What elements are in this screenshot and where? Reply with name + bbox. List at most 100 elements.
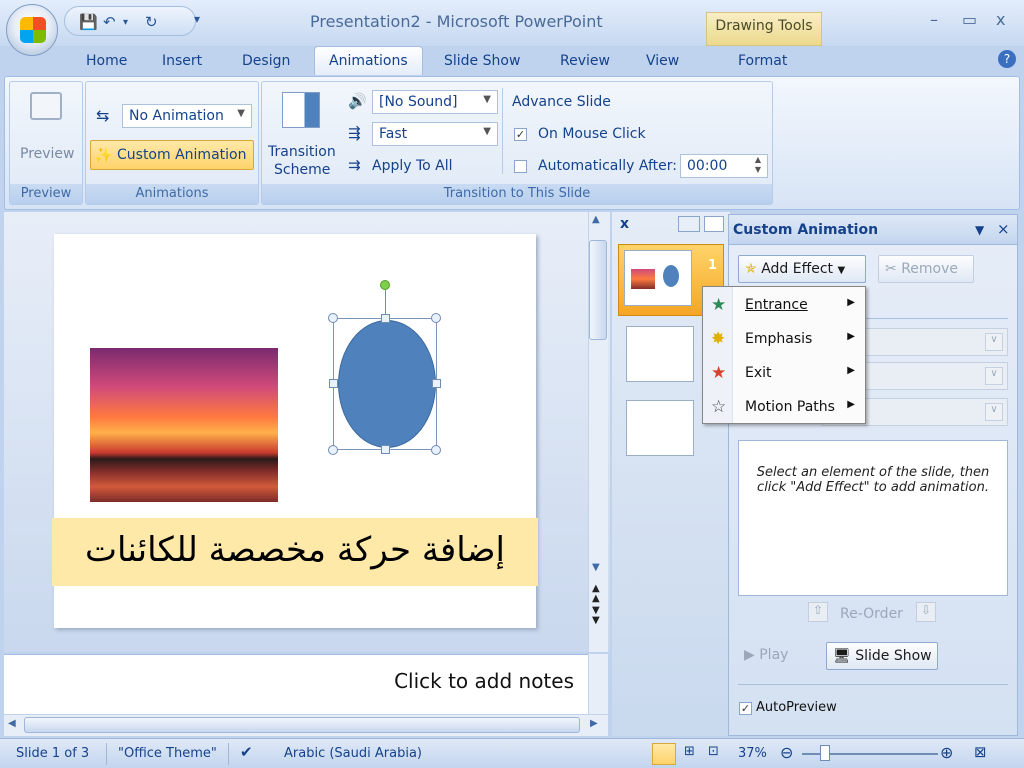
editor-scroll-thumb[interactable] [589,240,607,340]
remove-label: Remove [901,261,959,277]
zoom-level[interactable]: 37% [738,746,767,761]
outline-tab-icon[interactable] [678,216,700,232]
reorder-up-icon[interactable]: ⇧ [808,602,828,622]
auto-after-checkbox[interactable] [514,160,527,173]
tab-design[interactable]: Design [242,53,290,69]
chevron-down-icon: ∨ [985,333,1003,351]
zoom-out-icon[interactable]: ⊖ [780,743,793,762]
scroll-right-icon[interactable]: ▶ [590,718,598,729]
undo-dropdown-icon[interactable]: ▾ [123,17,128,28]
oval-shape[interactable] [338,320,436,448]
close-pane-icon[interactable]: × [997,220,1010,238]
close-icon[interactable]: x [996,10,1005,29]
apply-to-all-button[interactable]: Apply To All [372,158,453,174]
office-button[interactable] [6,4,58,56]
autopreview-checkbox[interactable]: ✓ [739,702,752,715]
save-icon[interactable]: 💾 [79,13,98,31]
normal-view-icon[interactable] [652,743,676,765]
arabic-title-textbox[interactable]: إضافة حركة مخصصة للكائنات [52,518,538,586]
next-slide-icon[interactable]: ▼ ▼ [592,606,600,626]
add-effect-icon: ✯ [745,261,757,277]
scroll-left-icon[interactable]: ◀ [8,718,16,729]
menu-item-entrance[interactable]: ★ Entrance ▶ [703,289,865,321]
resize-handle[interactable] [381,314,390,323]
sound-dropdown[interactable]: [No Sound] ▼ [372,90,498,114]
red-star-icon: ★ [711,363,727,383]
sound-icon: 🔊 [348,92,367,110]
zoom-slider-thumb[interactable] [820,745,830,761]
maximize-icon[interactable]: ▭ [962,10,977,29]
slide-sorter-icon[interactable]: ⊞ [684,744,695,759]
menu-item-exit[interactable]: ★ Exit ▶ [703,357,865,389]
remove-button[interactable]: ✂ Remove [878,255,974,283]
chevron-down-icon: ▼ [483,94,491,105]
undo-icon[interactable]: ↶ [103,13,116,31]
rotation-handle[interactable] [380,280,390,290]
fit-to-window-icon[interactable]: ⊠ [974,743,987,761]
resize-handle[interactable] [432,379,441,388]
notes-pane[interactable]: Click to add notes [4,654,588,714]
help-icon[interactable]: ? [998,50,1016,68]
resize-handle[interactable] [381,445,390,454]
quick-access-toolbar: 💾 ↶ ▾ ↻ [64,6,196,36]
tab-view[interactable]: View [646,53,679,69]
transition-scheme-line1[interactable]: Transition [268,144,336,160]
resize-handle[interactable] [431,313,441,323]
menu-item-emphasis[interactable]: ✸ Emphasis ▶ [703,323,865,355]
spell-check-icon[interactable]: ✔ [240,743,253,761]
slide-show-view-icon[interactable]: ⊡ [708,744,719,759]
notes-scrollbar[interactable] [588,654,608,714]
resize-handle[interactable] [329,379,338,388]
add-effect-button[interactable]: ✯ Add Effect ▼ [738,255,866,283]
slides-tab-icon[interactable] [704,216,724,232]
spinner-icon: ▲ ▼ [754,155,761,174]
redo-icon[interactable]: ↻ [145,13,158,31]
pane-options-icon[interactable]: ▼ [975,223,984,237]
tab-insert[interactable]: Insert [162,53,202,69]
scroll-up-icon[interactable]: ▲ [592,214,600,225]
menu-item-motion-paths[interactable]: ☆ Motion Paths ▶ [703,391,865,423]
tab-review[interactable]: Review [560,53,610,69]
play-button[interactable]: ▶ Play [738,642,812,670]
customize-qat-icon[interactable]: ▾ [194,12,200,26]
slide-thumbnail-3[interactable] [626,400,694,456]
ribbon-tabs: Home Insert Design Animations Slide Show… [0,46,1024,76]
horizontal-scroll-thumb[interactable] [24,717,580,733]
chevron-down-icon: ▼ [483,126,491,137]
resize-handle[interactable] [328,313,338,323]
animate-dropdown[interactable]: No Animation ▼ [122,104,252,128]
slide-number: 1 [708,258,718,273]
previous-slide-icon[interactable]: ▲ ▲ [592,584,600,604]
resize-handle[interactable] [328,445,338,455]
status-bar: Slide 1 of 3 "Office Theme" ✔ Arabic (Sa… [0,738,1024,768]
tab-animations[interactable]: Animations [314,46,423,75]
ribbon: Preview Preview ⇆ No Animation ▼ ✨ Custom… [4,76,1020,210]
custom-animation-button[interactable]: ✨ Custom Animation [90,140,254,170]
add-effect-menu: ★ Entrance ▶ ✸ Emphasis ▶ ★ Exit ▶ ☆ Mot… [702,286,866,424]
tab-home[interactable]: Home [86,53,127,69]
scroll-down-icon[interactable]: ▼ [592,562,600,573]
tab-format[interactable]: Format [738,53,787,69]
minimize-icon[interactable]: – [930,10,938,29]
reorder-down-icon[interactable]: ⇩ [916,602,936,622]
auto-after-time-input[interactable]: 00:00 ▲ ▼ [680,154,768,178]
thumbnail-image [631,269,655,289]
slide-show-button[interactable]: 🖥 Slide Show [826,642,938,670]
close-pane-icon[interactable]: x [620,216,629,232]
sunset-image[interactable] [90,348,278,502]
play-icon: ▶ [744,647,755,663]
custom-animation-title: Custom Animation [733,222,879,238]
tab-slide-show[interactable]: Slide Show [444,53,520,69]
slide-thumbnail-2[interactable] [626,326,694,382]
preview-button[interactable]: Preview [20,146,75,162]
play-label: Play [759,647,789,663]
editor-horizontal-scrollbar[interactable]: ◀ ▶ [4,714,608,736]
speed-dropdown[interactable]: Fast ▼ [372,122,498,146]
zoom-in-icon[interactable]: ⊕ [940,743,953,762]
on-mouse-click-checkbox[interactable]: ✓ [514,128,527,141]
animation-list-box[interactable]: Select an element of the slide, then cli… [738,440,1008,596]
resize-handle[interactable] [431,445,441,455]
language-status[interactable]: Arabic (Saudi Arabia) [284,746,422,761]
transition-scheme-line2[interactable]: Scheme [274,162,330,178]
slide-thumbnail-1[interactable] [624,250,692,306]
